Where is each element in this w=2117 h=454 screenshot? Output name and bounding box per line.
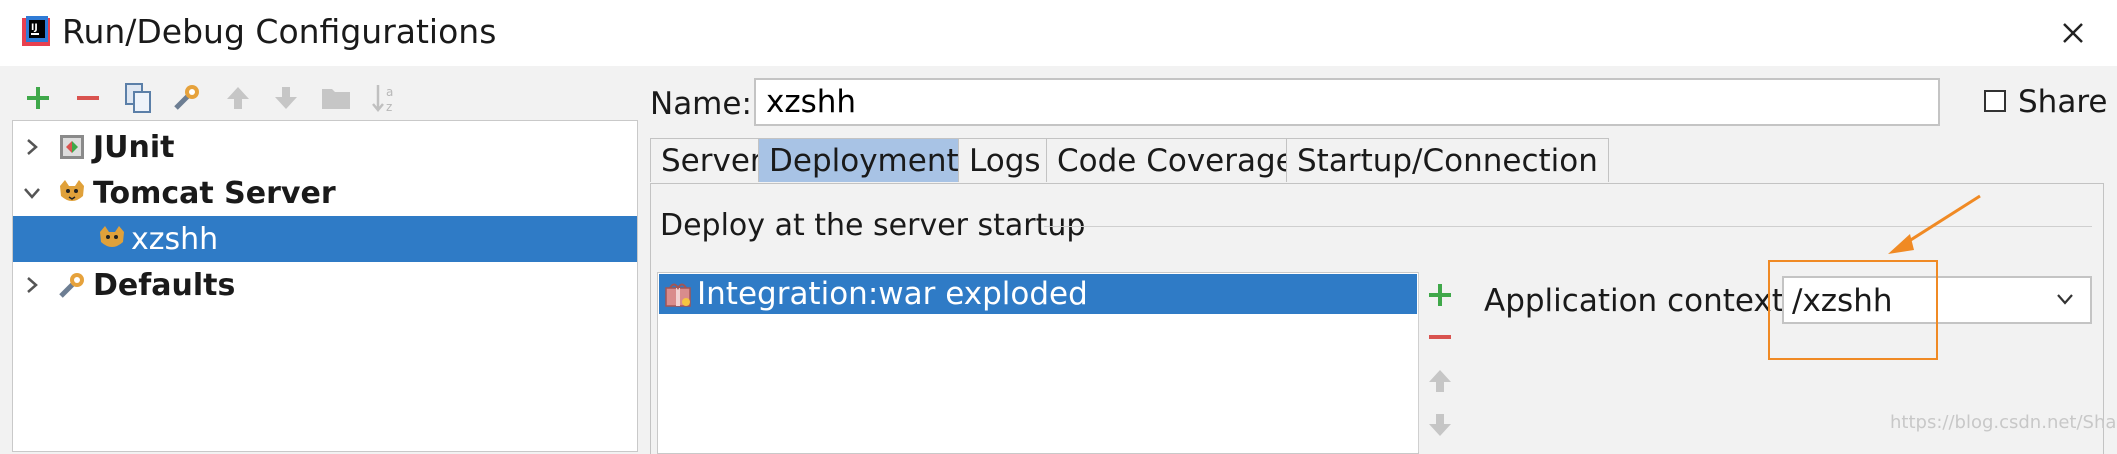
- add-icon[interactable]: [20, 80, 56, 116]
- tree-item-label: JUnit: [93, 129, 175, 165]
- move-down-icon[interactable]: [268, 80, 304, 116]
- svg-text:IJ: IJ: [31, 23, 38, 33]
- chevron-down-icon[interactable]: [21, 182, 43, 204]
- close-icon[interactable]: [2052, 12, 2094, 54]
- chevron-right-icon[interactable]: [21, 274, 43, 296]
- tree-item-tomcat-server[interactable]: Tomcat Server: [13, 170, 637, 216]
- move-up-icon[interactable]: [220, 80, 256, 116]
- highlight-box: [1768, 260, 1938, 360]
- share-checkbox[interactable]: [1984, 90, 2006, 112]
- tab-startup-connection[interactable]: Startup/Connection: [1286, 138, 1609, 182]
- list-toolbar: [1418, 272, 1459, 452]
- copy-icon[interactable]: [120, 80, 156, 116]
- watermark: https://blog.csdn.net/Sharylala: [1890, 412, 2117, 433]
- remove-icon[interactable]: [70, 80, 106, 116]
- edit-defaults-icon[interactable]: [170, 80, 206, 116]
- tomcat-config-icon: [100, 226, 124, 247]
- annotation-arrow-icon: [1888, 194, 1981, 254]
- tab-server[interactable]: Server: [650, 138, 774, 182]
- tab-code-coverage[interactable]: Code Coverage: [1046, 138, 1306, 182]
- name-label: Name:: [650, 86, 752, 122]
- tab-logs[interactable]: Logs: [958, 138, 1052, 182]
- tree-item-label: Tomcat Server: [93, 175, 336, 211]
- chevron-down-icon[interactable]: [2054, 288, 2076, 310]
- share-label[interactable]: Share: [2018, 82, 2107, 122]
- tomcat-icon: [60, 180, 84, 201]
- tree-item-label: xzshh: [131, 221, 219, 257]
- window-title: Run/Debug Configurations: [62, 12, 497, 51]
- move-up-icon[interactable]: [1427, 368, 1453, 394]
- move-down-icon[interactable]: [1427, 412, 1453, 438]
- tree-item-label: Defaults: [93, 267, 236, 303]
- svg-text:z: z: [386, 100, 392, 114]
- name-input[interactable]: [754, 78, 1940, 126]
- remove-artifact-icon[interactable]: [1427, 324, 1453, 350]
- artifact-label: Integration:war exploded: [697, 276, 1088, 312]
- chevron-right-icon[interactable]: [21, 136, 43, 158]
- svg-text:a: a: [386, 85, 393, 99]
- intellij-logo-icon: IJ: [22, 16, 50, 46]
- tree-item-defaults[interactable]: Defaults: [13, 262, 637, 308]
- folder-icon[interactable]: [318, 80, 354, 116]
- add-artifact-icon[interactable]: [1427, 282, 1453, 308]
- tab-deployment[interactable]: Deployment: [758, 138, 970, 182]
- tree-item-xzshh[interactable]: xzshh: [13, 216, 637, 262]
- artifact-icon: [665, 283, 691, 307]
- tree-item-junit[interactable]: JUnit: [13, 124, 637, 170]
- wrench-icon: [59, 273, 84, 298]
- configuration-tree[interactable]: JUnit Tomcat Server xzshh Defaults: [12, 120, 638, 452]
- sort-icon[interactable]: az: [368, 80, 404, 116]
- junit-icon: [60, 135, 84, 159]
- application-context-label: Application context:: [1484, 283, 1795, 319]
- deploy-heading: Deploy at the server startup: [660, 208, 1086, 243]
